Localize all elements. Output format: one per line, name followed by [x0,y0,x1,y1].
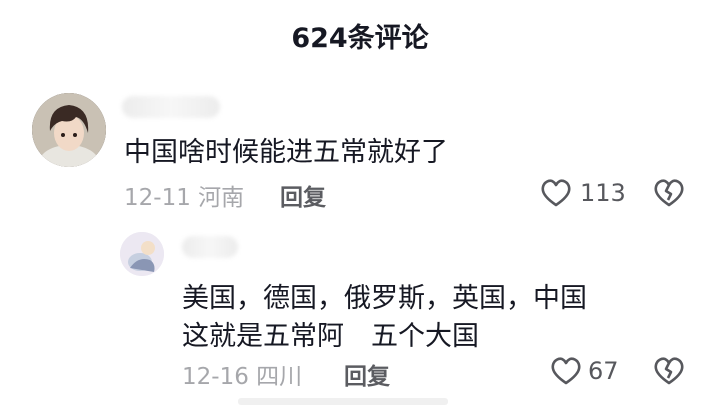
like-count: 113 [580,179,626,207]
avatar[interactable] [32,93,106,167]
broken-heart-outline-icon[interactable] [653,356,685,386]
reply-button[interactable]: 回复 [344,357,390,391]
comment-text-line: 这就是五常阿 五个大国 [182,321,479,352]
avatar[interactable] [120,232,164,276]
comment-location: 四川 [256,364,303,390]
comment-location: 河南 [198,185,245,211]
like-count: 67 [588,357,619,385]
avatar-image [32,93,106,167]
avatar-image [120,232,164,276]
comment-meta: 12-11 河南 [124,178,244,212]
broken-heart-outline-icon[interactable] [653,178,685,208]
username-blurred[interactable] [182,236,238,258]
comment-text-line: 美国，德国，俄罗斯，英国，中国 [182,283,587,314]
comments-count-title: 624条评论 [291,23,429,54]
comment-date: 12-16 [182,364,249,390]
username-blurred[interactable] [122,96,220,118]
comment-date: 12-11 [124,185,191,211]
comment-meta: 12-16 四川 [182,357,302,391]
comment-text: 中国啥时候能进五常就好了 [124,137,448,168]
reply-button[interactable]: 回复 [280,178,326,212]
home-indicator [238,398,448,405]
heart-outline-icon[interactable] [550,356,582,386]
heart-outline-icon[interactable] [540,178,572,208]
